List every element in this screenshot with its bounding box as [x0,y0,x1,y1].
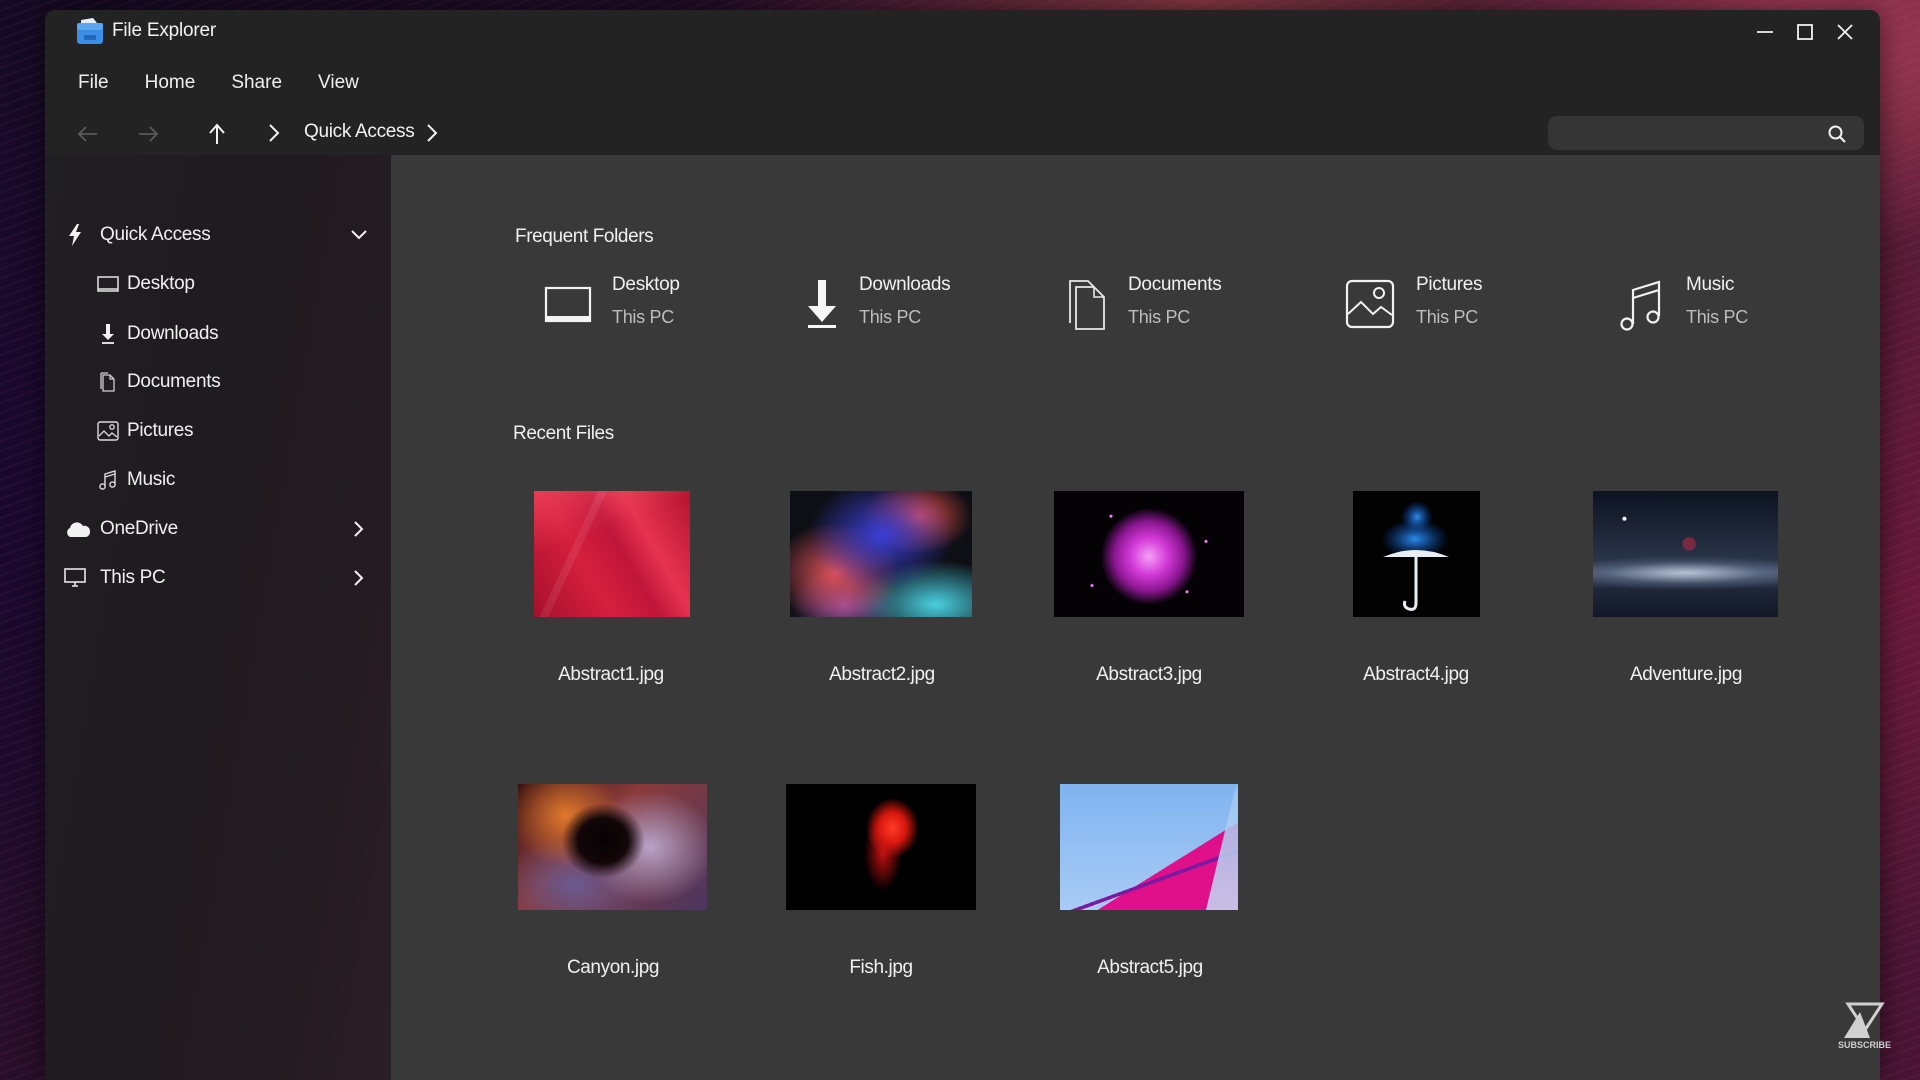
file-thumbnail[interactable] [1060,784,1238,910]
file-explorer-window: File Explorer File Home Share View Quick [45,10,1880,1080]
file-name: Abstract2.jpg [829,664,935,685]
folder-location: This PC [1128,307,1190,327]
music-icon [1617,276,1667,332]
maximize-icon [1797,24,1813,40]
sidebar-item-label: Pictures [127,420,194,441]
pictures-icon [97,420,119,442]
sidebar-item-label: Quick Access [100,224,211,245]
close-button[interactable] [1830,19,1860,45]
sidebar-item-label: OneDrive [100,518,178,539]
navigation-pane: Quick Access Desktop Downloads Documents [45,155,391,1080]
file-name: Abstract4.jpg [1363,664,1469,685]
file-thumbnail[interactable] [786,784,976,910]
documents-icon [97,371,119,393]
menu-view[interactable]: View [300,68,377,98]
file-name: Abstract3.jpg [1096,664,1202,685]
navigation-toolbar: Quick Access [45,113,1880,153]
arrow-up-icon [209,123,225,144]
desktop-icon [543,276,593,332]
folder-name: Documents [1128,274,1222,295]
file-thumbnail[interactable] [790,491,972,617]
file-explorer-app-icon [75,17,105,45]
frequent-folder-desktop[interactable]: Desktop This PC [543,272,743,336]
cloud-icon [64,518,92,540]
file-name: Abstract5.jpg [1097,957,1203,978]
search-input[interactable] [1548,116,1864,150]
chevron-right-icon[interactable] [350,520,368,538]
sidebar-item-onedrive[interactable]: OneDrive [45,511,391,547]
download-icon [797,276,847,332]
sidebar-item-this-pc[interactable]: This PC [45,560,391,596]
sidebar-item-label: This PC [100,567,166,588]
frequent-folder-pictures[interactable]: Pictures This PC [1345,272,1545,336]
chevron-down-icon[interactable] [350,226,368,244]
monitor-icon [64,567,86,589]
breadcrumb-chevron-icon[interactable] [425,122,439,149]
minimize-icon [1757,31,1773,33]
lightning-icon [64,224,86,246]
folder-name: Downloads [859,274,951,295]
file-name: Adventure.jpg [1629,664,1743,685]
close-icon [1837,24,1853,40]
content-pane: Frequent Folders Desktop This PC Downloa… [391,155,1880,1080]
file-thumbnail[interactable] [1054,491,1244,617]
frequent-folder-downloads[interactable]: Downloads This PC [797,272,997,336]
sidebar-item-label: Desktop [127,273,195,294]
breadcrumb-quick-access[interactable]: Quick Access [304,121,415,143]
channel-logo-icon [1840,1000,1890,1060]
desktop-icon [97,273,119,295]
download-icon [97,323,119,345]
frequent-folders-heading: Frequent Folders [515,226,654,247]
chevron-right-icon[interactable] [350,569,368,587]
pictures-icon [1345,276,1395,332]
documents-icon [1063,276,1113,332]
back-button[interactable] [74,121,102,147]
arrow-left-icon [77,126,97,142]
menu-home[interactable]: Home [127,68,214,98]
sidebar-item-music[interactable]: Music [45,462,391,498]
recent-files-heading: Recent Files [513,423,614,444]
menu-bar: File Home Share View [45,68,377,98]
folder-name: Pictures [1416,274,1483,295]
folder-location: This PC [612,307,674,327]
forward-button[interactable] [134,121,162,147]
sidebar-item-pictures[interactable]: Pictures [45,413,391,449]
subscribe-label: SUBSCRIBE [1838,1040,1892,1050]
menu-file[interactable]: File [45,68,127,98]
sidebar-item-quick-access[interactable]: Quick Access [45,217,391,253]
search-icon[interactable] [1827,124,1847,144]
sidebar-item-downloads[interactable]: Downloads [45,316,391,352]
file-thumbnail[interactable] [1353,491,1480,617]
menu-share[interactable]: Share [213,68,300,98]
frequent-folder-documents[interactable]: Documents This PC [1063,272,1263,336]
sidebar-item-desktop[interactable]: Desktop [45,266,391,302]
breadcrumb-chevron-icon[interactable] [267,122,281,149]
file-name: Canyon.jpg [566,957,660,978]
title-bar[interactable]: File Explorer [45,10,1880,55]
sidebar-item-documents[interactable]: Documents [45,364,391,400]
folder-location: This PC [859,307,921,327]
file-thumbnail[interactable] [534,491,690,617]
file-thumbnail[interactable] [1593,491,1778,617]
file-thumbnail[interactable] [518,784,707,910]
up-button[interactable] [203,121,231,147]
folder-name: Music [1686,274,1735,295]
maximize-button[interactable] [1790,19,1820,45]
frequent-folder-music[interactable]: Music This PC [1617,272,1817,336]
sidebar-item-label: Downloads [127,323,219,344]
folder-name: Desktop [612,274,680,295]
folder-location: This PC [1416,307,1478,327]
arrow-right-icon [139,126,159,142]
file-name: Fish.jpg [849,957,913,978]
minimize-button[interactable] [1750,19,1780,45]
file-name: Abstract1.jpg [558,664,664,685]
folder-location: This PC [1686,307,1748,327]
music-icon [97,469,119,491]
sidebar-item-label: Documents [127,371,221,392]
sidebar-item-label: Music [127,469,176,490]
window-title: File Explorer [112,20,217,41]
